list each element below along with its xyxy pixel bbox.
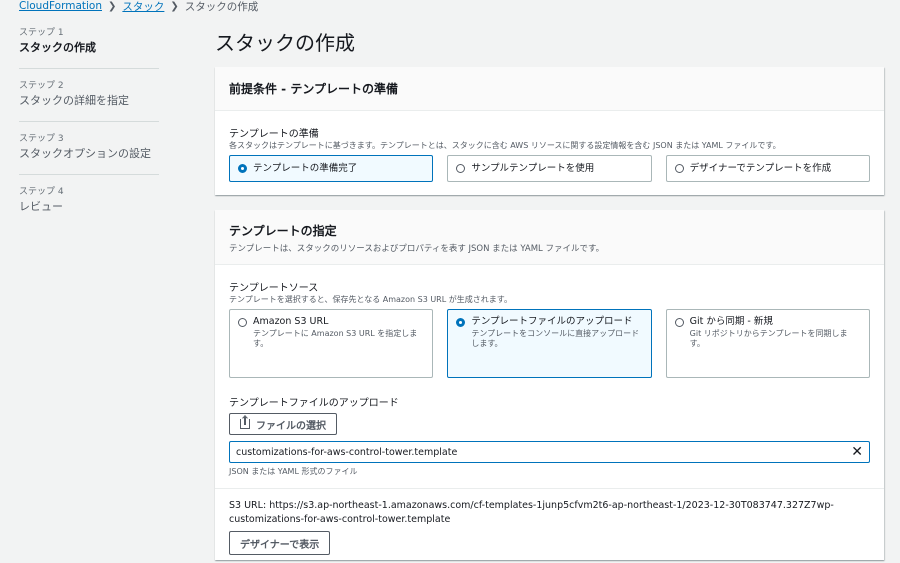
option-label: テンプレートファイルのアップロード <box>471 316 633 327</box>
s3-url-value: https://s3.ap-northeast-1.amazonaws.com/… <box>229 500 834 525</box>
field-description: 各スタックはテンプレートに基づきます。テンプレートとは、スタックに含む AWS … <box>229 141 781 150</box>
option-template-ready[interactable]: テンプレートの準備完了 <box>229 155 434 182</box>
step-label: スタックの作成 <box>19 41 96 54</box>
choose-file-button[interactable]: ファイルの選択 <box>229 413 337 435</box>
option-description: テンプレートに Amazon S3 URL を指定します。 <box>253 329 418 348</box>
option-label: サンプルテンプレートを使用 <box>471 162 595 174</box>
wizard-steps: ステップ 1 スタックの作成 ステップ 2 スタックの詳細を指定 ステップ 3 … <box>19 26 159 237</box>
step-4[interactable]: ステップ 4 レビュー <box>19 185 159 227</box>
close-icon[interactable]: ✕ <box>851 445 863 459</box>
option-designer-template[interactable]: デザイナーでテンプレートを作成 <box>665 155 870 182</box>
step-number: ステップ 3 <box>19 134 64 144</box>
prerequisite-panel: 前提条件 - テンプレートの準備 テンプレートの準備 各スタックはテンプレートに… <box>215 67 884 195</box>
step-1[interactable]: ステップ 1 スタックの作成 <box>19 26 159 69</box>
step-number: ステップ 4 <box>19 187 64 197</box>
panel-title: テンプレートの指定 <box>229 224 337 238</box>
radio-unchecked-icon[interactable] <box>456 164 466 173</box>
panel-header: 前提条件 - テンプレートの準備 <box>215 67 884 111</box>
breadcrumb-stacks-link[interactable]: スタック <box>122 0 164 14</box>
selected-file-field[interactable]: customizations-for-aws-control-tower.tem… <box>229 441 870 463</box>
button-label: ファイルの選択 <box>256 420 326 432</box>
step-label: スタックオプションの設定 <box>19 147 151 160</box>
file-name: customizations-for-aws-control-tower.tem… <box>236 446 458 458</box>
panel-description: テンプレートは、スタックのリソースおよびプロパティを表す JSON または YA… <box>229 244 605 254</box>
option-label: Git から同期 - 新規 <box>689 316 773 327</box>
upload-field-label: テンプレートファイルのアップロード <box>229 398 399 409</box>
radio-unchecked-icon[interactable] <box>674 318 684 327</box>
radio-checked-icon[interactable] <box>238 164 247 173</box>
step-number: ステップ 1 <box>19 28 64 38</box>
template-prep-options: テンプレートの準備完了 サンプルテンプレートを使用 デザイナーでテンプレートを作… <box>229 155 870 182</box>
panel-body: テンプレートの準備 各スタックはテンプレートに基づきます。テンプレートとは、スタ… <box>215 111 884 182</box>
s3-url-label: S3 URL: <box>229 500 267 511</box>
panel-body: テンプレートソース テンプレートを選択すると、保存先となる Amazon S3 … <box>215 265 884 477</box>
breadcrumb: CloudFormation ❯ スタック ❯ スタックの作成 <box>19 0 258 14</box>
page-title: スタックの作成 <box>215 31 355 55</box>
view-in-designer-button[interactable]: デザイナーで表示 <box>229 531 331 555</box>
specify-template-panel: テンプレートの指定 テンプレートは、スタックのリソースおよびプロパティを表す J… <box>215 210 884 560</box>
upload-icon <box>240 417 250 429</box>
option-label: テンプレートの準備完了 <box>253 162 358 174</box>
option-label: Amazon S3 URL <box>253 316 329 327</box>
radio-unchecked-icon[interactable] <box>674 164 684 173</box>
template-source-options: Amazon S3 URL テンプレートに Amazon S3 URL を指定し… <box>229 309 870 378</box>
step-2[interactable]: ステップ 2 スタックの詳細を指定 <box>19 79 159 122</box>
file-constraint-text: JSON または YAML 形式のファイル <box>229 467 358 476</box>
field-description: テンプレートを選択すると、保存先となる Amazon S3 URL が生成されま… <box>229 295 512 304</box>
source-s3-url[interactable]: Amazon S3 URL テンプレートに Amazon S3 URL を指定し… <box>229 309 434 378</box>
step-3[interactable]: ステップ 3 スタックオプションの設定 <box>19 132 159 175</box>
radio-unchecked-icon[interactable] <box>238 318 247 327</box>
panel-header: テンプレートの指定 テンプレートは、スタックのリソースおよびプロパティを表す J… <box>215 210 884 265</box>
chevron-right-icon: ❯ <box>108 0 117 12</box>
chevron-right-icon: ❯ <box>170 0 179 12</box>
step-number: ステップ 2 <box>19 81 64 91</box>
step-label: レビュー <box>19 200 63 213</box>
field-label: テンプレートソース <box>229 283 319 294</box>
step-label: スタックの詳細を指定 <box>19 94 129 107</box>
s3-url-section: S3 URL: https://s3.ap-northeast-1.amazon… <box>215 488 884 555</box>
breadcrumb-cloudformation-link[interactable]: CloudFormation <box>19 0 102 12</box>
option-sample-template[interactable]: サンプルテンプレートを使用 <box>447 155 652 182</box>
radio-checked-icon[interactable] <box>456 318 466 327</box>
breadcrumb-current: スタックの作成 <box>184 0 259 13</box>
option-description: Git リポジトリからテンプレートを同期します。 <box>689 329 848 348</box>
source-upload-file[interactable]: テンプレートファイルのアップロード テンプレートをコンソールに直接アップロードし… <box>447 309 652 378</box>
s3-url-text: S3 URL: https://s3.ap-northeast-1.amazon… <box>229 499 870 527</box>
option-label: デザイナーでテンプレートを作成 <box>689 162 832 174</box>
source-git-sync[interactable]: Git から同期 - 新規 Git リポジトリからテンプレートを同期します。 <box>665 309 870 378</box>
panel-title: 前提条件 - テンプレートの準備 <box>229 82 398 96</box>
field-label: テンプレートの準備 <box>229 129 319 140</box>
option-description: テンプレートをコンソールに直接アップロードします。 <box>471 329 640 348</box>
